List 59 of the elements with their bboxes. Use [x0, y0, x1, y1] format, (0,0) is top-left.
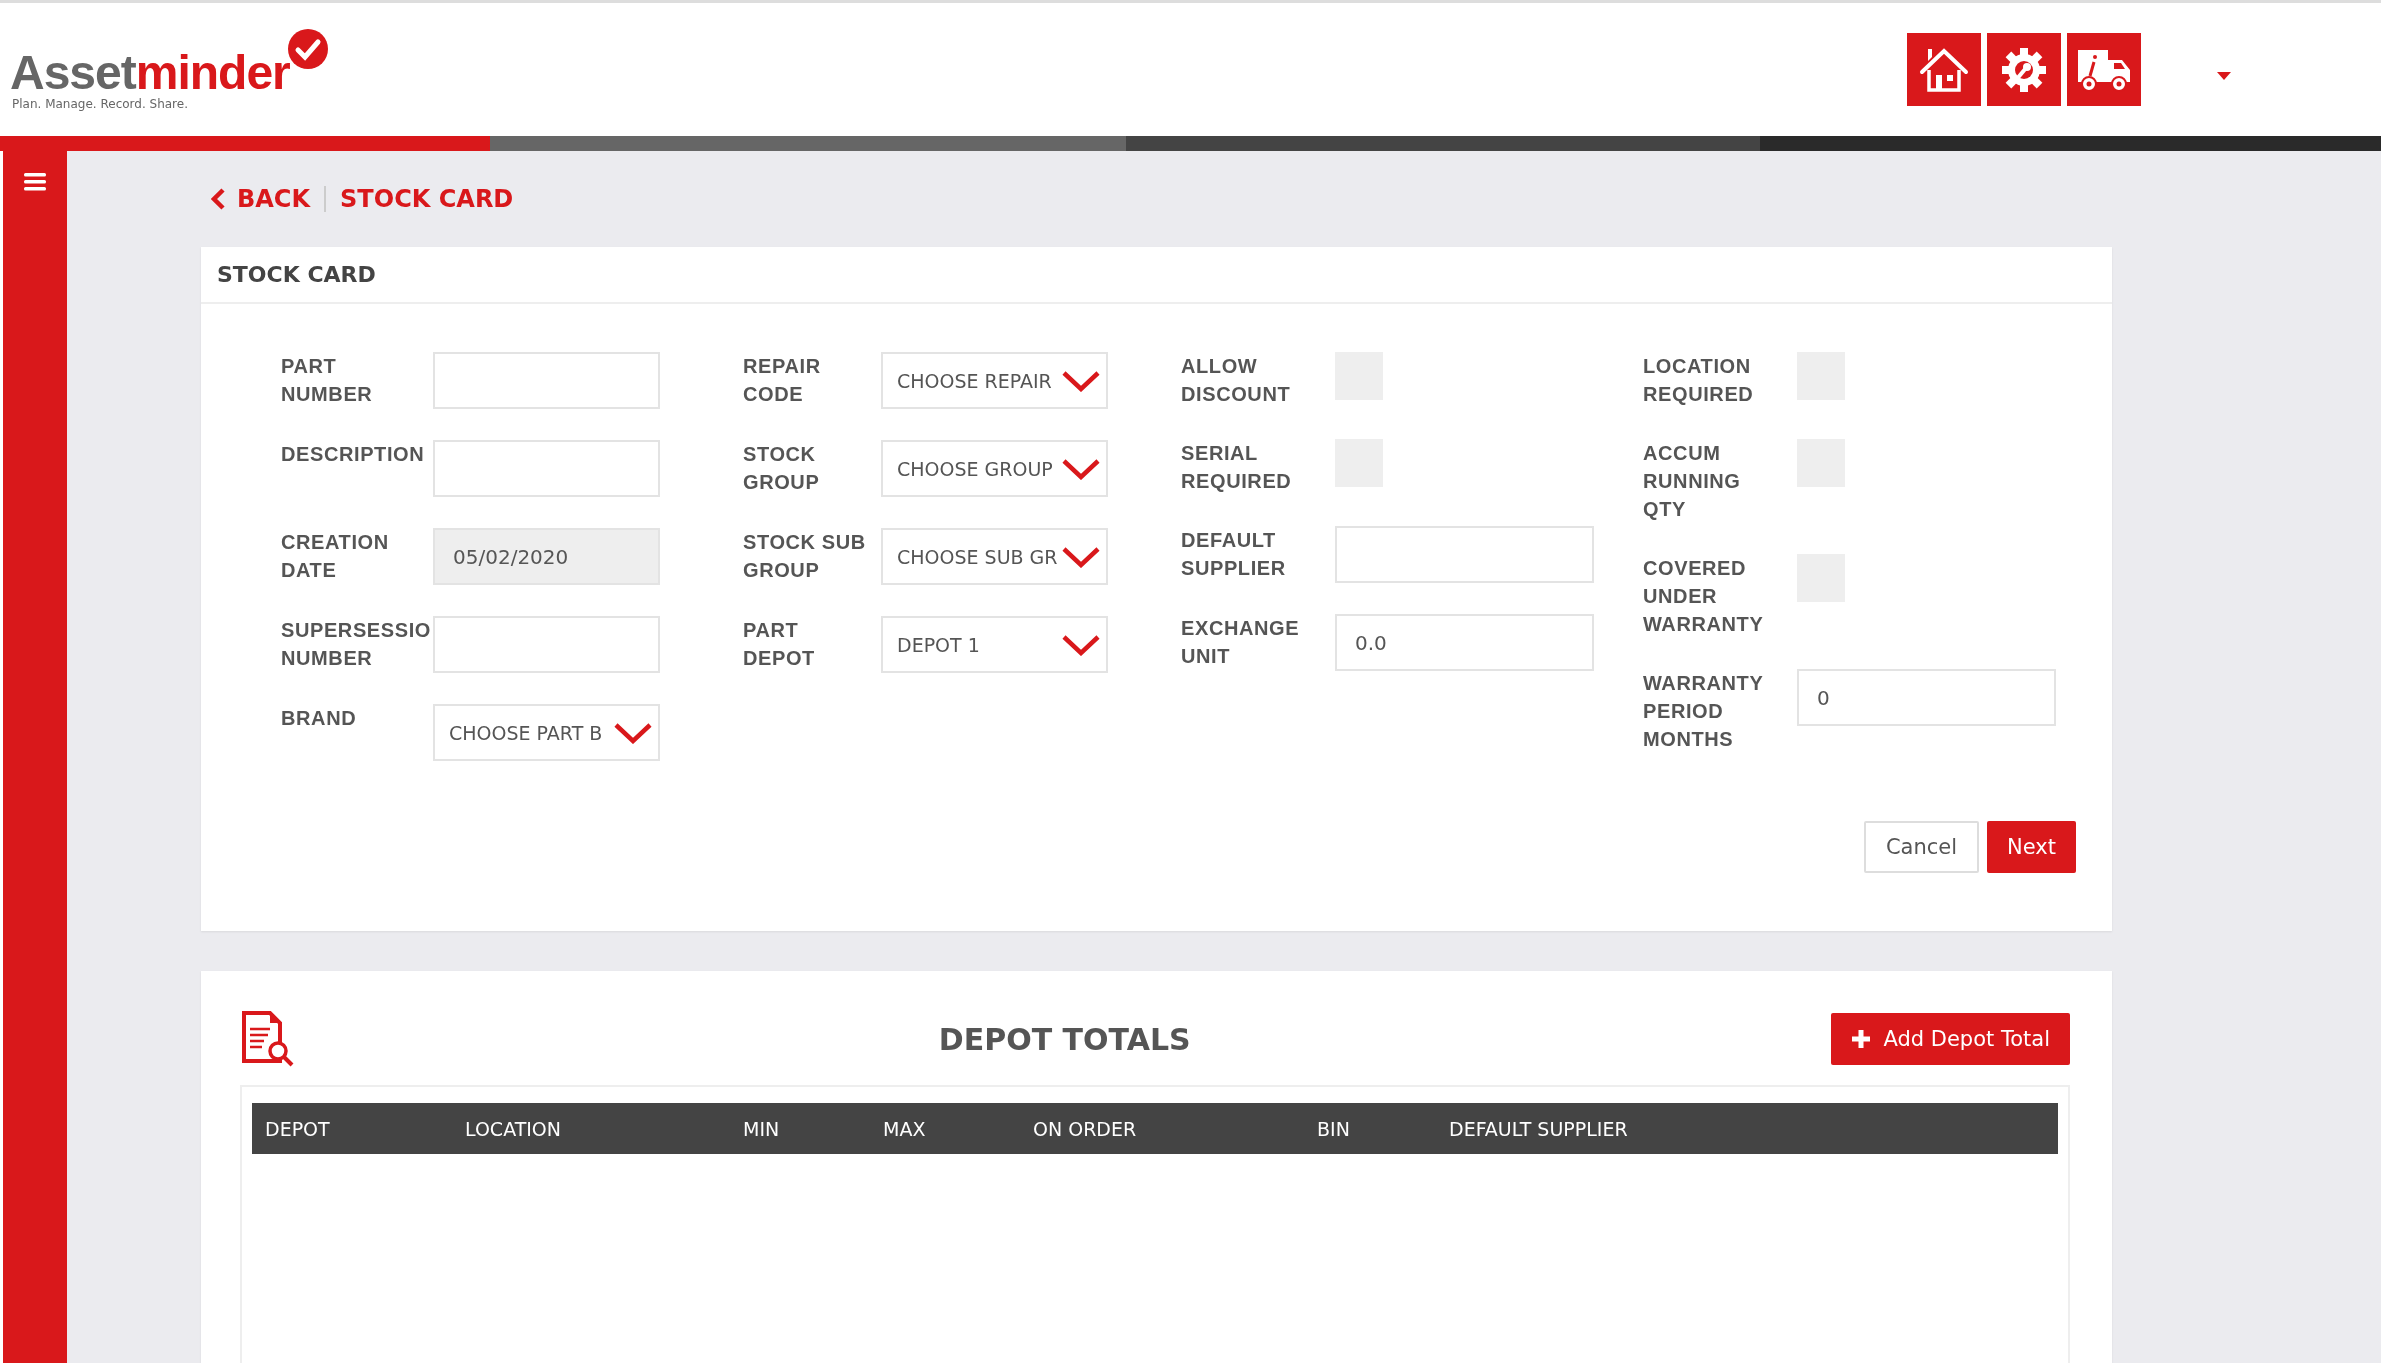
back-link[interactable]: BACK [211, 185, 311, 213]
field-label: SERIAL REQUIRED [1181, 441, 1293, 494]
column-header: LOCATION [465, 1117, 563, 1140]
field-label: ACCUM RUNNING QTY [1643, 441, 1742, 522]
text-field[interactable] [433, 616, 660, 673]
field-label: LOCATION REQUIRED [1643, 354, 1755, 407]
text-field[interactable]: 0 [1797, 669, 2056, 726]
field-label: STOCK SUB GROUP [743, 530, 867, 583]
dropdown-field[interactable]: CHOOSE SUB GR [881, 528, 1108, 585]
logo-wordmark: Assetminder [10, 48, 290, 97]
field-label: SUPERSESSIO NUMBER [281, 618, 432, 671]
column-header: DEFAULT SUPPLIER [1449, 1117, 1629, 1140]
dropdown-caret-icon[interactable] [2217, 71, 2231, 80]
dropdown-field[interactable]: CHOOSE REPAIR [881, 352, 1108, 409]
text-field[interactable] [433, 440, 660, 497]
gear-wrench-icon [2002, 47, 2046, 92]
field-label: PART DEPOT [743, 618, 816, 671]
logo-tagline: Plan. Manage. Record. Share. [12, 96, 189, 111]
home-button[interactable] [1907, 33, 1981, 106]
field-label: BRAND [281, 706, 358, 731]
plus-icon [1851, 1029, 1872, 1049]
dropdown-field[interactable]: CHOOSE GROUP [881, 440, 1108, 497]
field-label: EXCHANGE UNIT [1181, 616, 1301, 669]
column-header: DEPOT [265, 1117, 331, 1140]
chevron-down-icon [1062, 457, 1100, 480]
column-header: BIN [1317, 1117, 1351, 1140]
panel-title: STOCK CARD [217, 262, 376, 287]
field-label: COVERED UNDER WARRANTY [1643, 556, 1765, 637]
column-header: MIN [743, 1117, 781, 1140]
text-field[interactable]: 0.0 [1335, 614, 1594, 671]
vehicle-info-button[interactable] [2067, 33, 2141, 106]
field-label: WARRANTY PERIOD MONTHS [1643, 671, 1764, 752]
text-field[interactable] [1335, 526, 1594, 583]
field-label: DEFAULT SUPPLIER [1181, 528, 1287, 581]
check-badge-icon [288, 28, 328, 69]
next-button[interactable]: Next [1987, 821, 2076, 873]
dropdown-field[interactable]: DEPOT 1 [881, 616, 1108, 673]
section-title: DEPOT TOTALS [937, 1021, 1192, 1057]
text-field[interactable] [433, 352, 660, 409]
column-header: MAX [883, 1117, 927, 1140]
settings-button[interactable] [1987, 33, 2061, 106]
chevron-down-icon [1062, 369, 1100, 392]
field-label: CREATION DATE [281, 530, 390, 583]
breadcrumb-current: STOCK CARD [340, 185, 514, 213]
field-label: PART NUMBER [281, 354, 374, 407]
dropdown-field[interactable]: CHOOSE PART B [433, 704, 660, 761]
field-label: DESCRIPTION [281, 442, 426, 467]
truck-info-icon [2076, 47, 2132, 92]
column-header: ON ORDER [1033, 1117, 1138, 1140]
field-label: ALLOW DISCOUNT [1181, 354, 1292, 407]
field-label: STOCK GROUP [743, 442, 821, 495]
house-icon [1919, 47, 1969, 92]
add-depot-total-button[interactable]: Add Depot Total [1831, 1013, 2070, 1065]
chevron-down-icon [614, 721, 652, 744]
field-label: REPAIR CODE [743, 354, 822, 407]
cancel-button[interactable]: Cancel [1863, 821, 1980, 873]
chevron-down-icon [1062, 545, 1100, 568]
chevron-down-icon [1062, 633, 1100, 656]
chevron-left-icon [211, 188, 225, 210]
